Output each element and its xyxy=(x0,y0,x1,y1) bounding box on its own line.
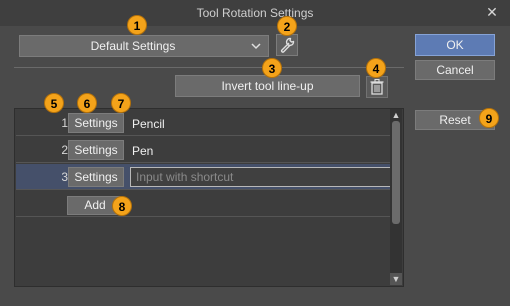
shortcut-input[interactable]: Input with shortcut xyxy=(130,167,392,187)
preset-dropdown-value: Default Settings xyxy=(90,39,176,53)
callout-badge: 7 xyxy=(111,93,131,113)
close-icon[interactable]: ✕ xyxy=(483,3,501,21)
tool-name: Pencil xyxy=(132,117,165,131)
row-settings-button[interactable]: Settings xyxy=(68,113,124,133)
wrench-icon xyxy=(280,37,295,53)
scroll-up-icon[interactable]: ▲ xyxy=(390,109,402,121)
callout-badge: 4 xyxy=(366,58,386,78)
callout-badge: 6 xyxy=(77,93,97,113)
row-settings-button[interactable]: Settings xyxy=(68,140,124,160)
preset-settings-button[interactable] xyxy=(276,34,298,56)
row-number: 2 xyxy=(61,143,68,157)
preset-dropdown[interactable]: Default Settings xyxy=(19,35,269,57)
cancel-button[interactable]: Cancel xyxy=(415,60,495,80)
callout-badge: 1 xyxy=(127,15,147,35)
chevron-down-icon xyxy=(251,43,261,50)
list-item[interactable]: 2 Settings Pen xyxy=(16,137,392,163)
row-settings-button[interactable]: Settings xyxy=(68,167,124,187)
invert-tool-lineup-button[interactable]: Invert tool line-up xyxy=(175,75,360,97)
window-title: Tool Rotation Settings xyxy=(196,6,314,20)
ok-button[interactable]: OK xyxy=(415,34,495,56)
scrollbar[interactable]: ▲ ▼ xyxy=(390,109,402,285)
delete-button[interactable] xyxy=(366,76,388,98)
list-item-selected[interactable]: 3 Settings Input with shortcut xyxy=(16,164,392,190)
divider xyxy=(14,67,404,68)
tool-name: Pen xyxy=(132,144,154,158)
row-number: 3 xyxy=(61,170,68,184)
callout-badge: 9 xyxy=(479,108,499,128)
list-item[interactable]: 1 Settings Pencil xyxy=(16,110,392,136)
scroll-down-icon[interactable]: ▼ xyxy=(390,273,402,285)
callout-badge: 3 xyxy=(262,58,282,78)
title-bar: Tool Rotation Settings ✕ xyxy=(0,0,510,26)
trash-icon xyxy=(370,78,384,95)
row-number: 1 xyxy=(61,116,68,130)
callout-badge: 8 xyxy=(112,196,132,216)
callout-badge: 5 xyxy=(44,93,64,113)
scroll-thumb[interactable] xyxy=(392,121,400,224)
callout-badge: 2 xyxy=(277,16,297,36)
